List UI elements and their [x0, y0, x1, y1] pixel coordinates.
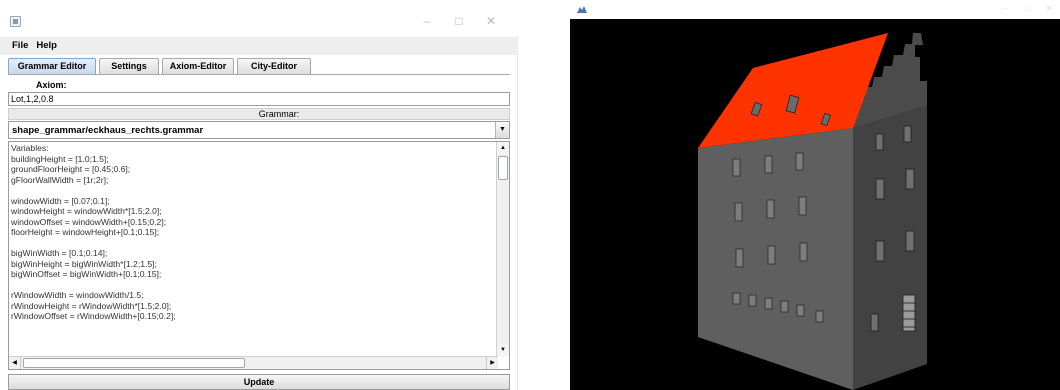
title-bar: – □ ✕: [0, 0, 518, 36]
code-line: buildingHeight = [1.0;1.5];: [11, 153, 109, 164]
menu-bar: File Help: [0, 37, 518, 55]
grammar-file-value: shape_grammar/eckhaus_rechts.grammar: [12, 125, 204, 136]
tab-settings[interactable]: Settings: [99, 58, 159, 74]
tab-panel-border: [8, 74, 510, 75]
grammar-label: Grammar:: [8, 108, 510, 120]
code-line: floorHeight = windowHeight+[0.1;0.15];: [11, 227, 160, 237]
scroll-down-icon[interactable]: ▼: [497, 344, 509, 356]
code-line: rWindowHeight = rWindowWidth*[1.5;2.0];: [11, 300, 172, 311]
grammar-editor-window: – □ ✕ File Help Grammar Editor Settings A…: [0, 0, 518, 390]
horizontal-scroll-thumb[interactable]: [23, 358, 245, 368]
side-door: [902, 294, 916, 332]
viewer-window: – □ ✕: [570, 0, 1060, 390]
horizontal-scrollbar[interactable]: ◀ ▶: [9, 356, 498, 369]
code-line: windowOffset = windowWidth+[0.15;0.2];: [11, 216, 167, 227]
scroll-left-icon[interactable]: ◀: [9, 357, 21, 369]
code-line: gFloorWallWidth = [1r;2r];: [11, 174, 109, 185]
close-icon[interactable]: ✕: [484, 14, 498, 28]
jogl-app-icon: [577, 6, 587, 13]
viewer-title-bar: – □ ✕: [570, 0, 1060, 19]
tab-city-editor[interactable]: City-Editor: [237, 58, 311, 74]
scroll-right-icon[interactable]: ▶: [486, 357, 498, 369]
code-line: bigWinOffset = bigWinWidth+[0.1;0.15];: [11, 269, 162, 279]
vertical-scrollbar[interactable]: ▲ ▼: [496, 142, 509, 356]
code-line: rWindowOffset = rWindowWidth+[0.15;0.2];: [11, 311, 176, 321]
menu-help[interactable]: Help: [28, 37, 57, 51]
minimize-icon[interactable]: –: [420, 14, 434, 28]
3d-building-render[interactable]: [570, 19, 1060, 390]
grammar-file-select[interactable]: shape_grammar/eckhaus_rechts.grammar ▼: [8, 121, 510, 139]
code-line: Variables:: [11, 143, 49, 153]
building-side-wall: [853, 106, 927, 390]
code-line: rWindowWidth = windowWidth/1.5;: [11, 290, 144, 300]
dropdown-arrow-icon[interactable]: ▼: [495, 122, 509, 138]
axiom-input[interactable]: Lot,1,2,0.8: [8, 92, 510, 106]
tab-axiom-editor[interactable]: Axiom-Editor: [162, 58, 234, 74]
tab-grammar-editor[interactable]: Grammar Editor: [8, 58, 96, 74]
scroll-up-icon[interactable]: ▲: [497, 142, 509, 154]
grammar-code-editor[interactable]: Variables: buildingHeight = [1.0;1.5]; gro…: [8, 141, 510, 370]
code-line: windowWidth = [0.07;0.1];: [11, 195, 110, 206]
vertical-scroll-thumb[interactable]: [498, 156, 508, 180]
code-line: bigWinWidth = [0.1;0.14];: [11, 248, 108, 258]
code-line: groundFloorHeight = [0.45;0.6];: [11, 164, 131, 174]
java-app-icon: [10, 16, 21, 27]
update-button[interactable]: Update: [8, 374, 510, 390]
code-line: bigWinHeight = bigWinWidth*[1.2;1.5];: [11, 258, 157, 269]
maximize-icon[interactable]: □: [452, 14, 466, 28]
menu-file[interactable]: File: [0, 37, 28, 51]
code-text[interactable]: Variables: buildingHeight = [1.0;1.5]; gro…: [11, 143, 491, 322]
viewer-minimize-icon[interactable]: –: [1000, 4, 1010, 14]
axiom-label: Axiom:: [36, 80, 67, 90]
viewer-close-icon[interactable]: ✕: [1044, 4, 1054, 14]
viewer-maximize-icon[interactable]: □: [1022, 4, 1032, 14]
code-line: windowHeight = windowWidth*[1.5;2.0];: [11, 206, 162, 216]
